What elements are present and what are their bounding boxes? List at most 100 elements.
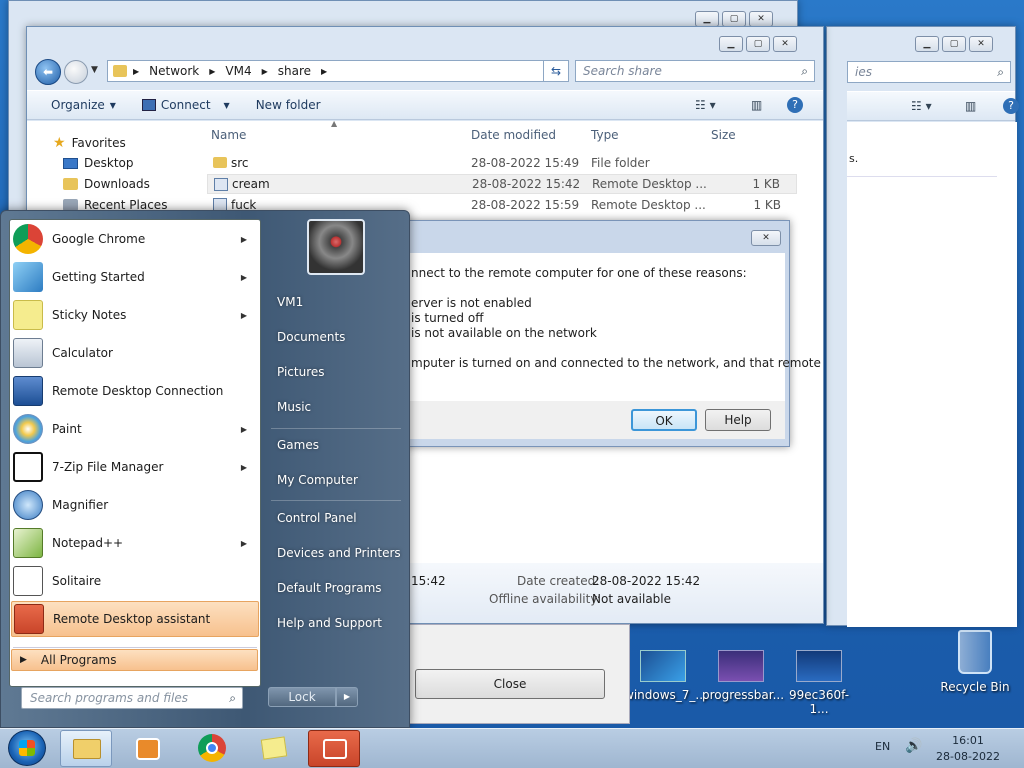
- toolbar: ☷ ▾ ▥ ?: [847, 91, 1019, 121]
- start-item-google-chrome[interactable]: Google Chrome ▶: [11, 221, 259, 257]
- all-programs-button[interactable]: ▶ All Programs: [11, 649, 258, 671]
- error-dialog[interactable]: ✕ nnect to the remote computer for one o…: [380, 220, 821, 447]
- volume-icon[interactable]: 🔊: [905, 738, 922, 754]
- maximize-button[interactable]: ▢: [746, 36, 770, 52]
- submenu-arrow-icon[interactable]: ▶: [241, 273, 247, 282]
- desktop-icon-99ec[interactable]: 99ec360f-1...: [780, 650, 858, 716]
- start-item-label: Sticky Notes: [52, 308, 127, 322]
- start-item-notepad-plus-plus[interactable]: Notepad++ ▶: [11, 525, 259, 561]
- start-item-remote-desktop-connection[interactable]: Remote Desktop Connection: [11, 373, 259, 409]
- submenu-arrow-icon[interactable]: ▶: [241, 539, 247, 548]
- start-item-label: 7-Zip File Manager: [52, 460, 164, 474]
- minimize-button[interactable]: ▁: [695, 11, 719, 27]
- start-right-item-help-and-support[interactable]: Help and Support: [277, 616, 382, 630]
- taskbar-sticky-notes-button[interactable]: [248, 730, 300, 767]
- divider: [271, 500, 401, 501]
- back-button[interactable]: ⬅: [35, 59, 61, 85]
- start-item-solitaire[interactable]: Solitaire: [11, 563, 259, 599]
- help-button[interactable]: Help: [705, 409, 771, 431]
- progress-dialog[interactable]: Close: [400, 624, 630, 724]
- views-icon[interactable]: ☷ ▾: [695, 98, 716, 112]
- clock[interactable]: 16:01 28-08-2022: [928, 733, 1008, 765]
- start-right-item-pictures[interactable]: Pictures: [277, 365, 325, 379]
- submenu-arrow-icon[interactable]: ▶: [241, 235, 247, 244]
- start-button[interactable]: [8, 730, 46, 766]
- user-picture-icon[interactable]: [307, 219, 365, 275]
- maximize-button[interactable]: ▢: [722, 11, 746, 27]
- submenu-arrow-icon[interactable]: ▶: [241, 425, 247, 434]
- file-row[interactable]: src 28-08-2022 15:49 File folder: [207, 153, 797, 173]
- close-button[interactable]: Close: [415, 669, 605, 699]
- refresh-button[interactable]: ⇆: [543, 60, 569, 82]
- close-button[interactable]: ✕: [751, 230, 781, 246]
- preview-pane-icon[interactable]: ▥: [751, 98, 762, 112]
- start-item-paint[interactable]: Paint ▶: [11, 411, 259, 447]
- desktop-icon-windows7[interactable]: windows_7_...: [624, 650, 707, 702]
- start-item-magnifier[interactable]: Magnifier: [11, 487, 259, 523]
- start-right-item-games[interactable]: Games: [277, 438, 319, 452]
- minimize-button[interactable]: ▁: [915, 36, 939, 52]
- start-right-item-music[interactable]: Music: [277, 400, 311, 414]
- chrome-center-icon: [206, 742, 218, 754]
- search-icon[interactable]: ⌕: [801, 61, 808, 81]
- help-icon[interactable]: ?: [787, 97, 803, 113]
- start-right-item-devices-and-printers[interactable]: Devices and Printers: [277, 546, 401, 560]
- lock-button[interactable]: Lock: [268, 687, 336, 707]
- column-header-size[interactable]: Size: [711, 128, 736, 142]
- nav-favorites[interactable]: ★ Favorites: [53, 135, 126, 151]
- organize-button[interactable]: Organize ▼: [51, 98, 116, 112]
- column-header-type[interactable]: Type: [591, 128, 619, 142]
- recent-pages-dropdown-icon[interactable]: ▼: [91, 65, 98, 75]
- taskbar-chrome-button[interactable]: [186, 730, 238, 767]
- address-bar[interactable]: ▶ Network ▶ VM4 ▶ share ▶ ▼: [107, 60, 569, 82]
- new-folder-button[interactable]: New folder: [256, 98, 321, 112]
- taskbar-remote-assistant-button[interactable]: [308, 730, 360, 767]
- ok-button[interactable]: OK: [631, 409, 697, 431]
- maximize-button[interactable]: ▢: [942, 36, 966, 52]
- start-search-input[interactable]: Search programs and files ⌕: [21, 687, 243, 709]
- recycle-bin[interactable]: Recycle Bin: [936, 630, 1014, 694]
- language-indicator[interactable]: EN: [875, 740, 890, 753]
- preview-pane-icon[interactable]: ▥: [965, 99, 976, 113]
- start-right-item-control-panel[interactable]: Control Panel: [277, 511, 357, 525]
- start-item-seven-zip[interactable]: 7-Zip File Manager ▶: [11, 449, 259, 485]
- nav-desktop[interactable]: Desktop: [63, 156, 134, 170]
- start-right-item-documents[interactable]: Documents: [277, 330, 345, 344]
- connect-button[interactable]: Connect ▼: [141, 98, 230, 112]
- close-button[interactable]: ✕: [749, 11, 773, 27]
- column-header-name[interactable]: Name: [211, 128, 246, 142]
- start-item-calculator[interactable]: Calculator: [11, 335, 259, 371]
- start-item-sticky-notes[interactable]: Sticky Notes ▶: [11, 297, 259, 333]
- search-icon[interactable]: ⌕: [997, 62, 1004, 82]
- close-button[interactable]: ✕: [773, 36, 797, 52]
- minimize-button[interactable]: ▁: [719, 36, 743, 52]
- submenu-arrow-icon[interactable]: ▶: [241, 311, 247, 320]
- views-icon[interactable]: ☷ ▾: [911, 99, 932, 113]
- search-icon[interactable]: ⌕: [229, 688, 236, 708]
- search-input[interactable]: Search share ⌕: [575, 60, 815, 82]
- help-icon[interactable]: ?: [1003, 98, 1019, 114]
- start-item-getting-started[interactable]: Getting Started ▶: [11, 259, 259, 295]
- taskbar-explorer-button[interactable]: [60, 730, 112, 767]
- desktop-icon-progressbar[interactable]: progressbar...: [702, 650, 784, 702]
- shutdown-options-button[interactable]: ▶: [336, 687, 358, 707]
- column-header-date[interactable]: Date modified: [471, 128, 556, 142]
- start-right-item-default-programs[interactable]: Default Programs: [277, 581, 382, 595]
- search-input[interactable]: ies ⌕: [847, 61, 1011, 83]
- magnifier-icon: [13, 490, 43, 520]
- breadcrumb-share[interactable]: share: [278, 64, 311, 78]
- start-right-item-my-computer[interactable]: My Computer: [277, 473, 358, 487]
- nav-downloads[interactable]: Downloads: [63, 177, 150, 191]
- start-right-item-vm1[interactable]: VM1: [277, 295, 303, 309]
- file-row-selected[interactable]: cream 28-08-2022 15:42 Remote Desktop ..…: [207, 174, 797, 194]
- close-button[interactable]: ✕: [969, 36, 993, 52]
- start-item-remote-desktop-assistant[interactable]: Remote Desktop assistant: [11, 601, 259, 637]
- forward-button[interactable]: [64, 60, 88, 84]
- submenu-arrow-icon[interactable]: ▶: [241, 463, 247, 472]
- taskbar-media-player-button[interactable]: [122, 730, 174, 767]
- breadcrumb-vm4[interactable]: VM4: [225, 64, 251, 78]
- breadcrumb-network[interactable]: Network: [149, 64, 199, 78]
- downloads-folder-icon: [63, 178, 78, 190]
- start-menu[interactable]: Google Chrome ▶ Getting Started ▶ Sticky Not…: [0, 210, 410, 728]
- background-explorer-window-right[interactable]: ▁ ▢ ✕ ies ⌕ ☷ ▾ ▥ ? s.: [826, 26, 1019, 627]
